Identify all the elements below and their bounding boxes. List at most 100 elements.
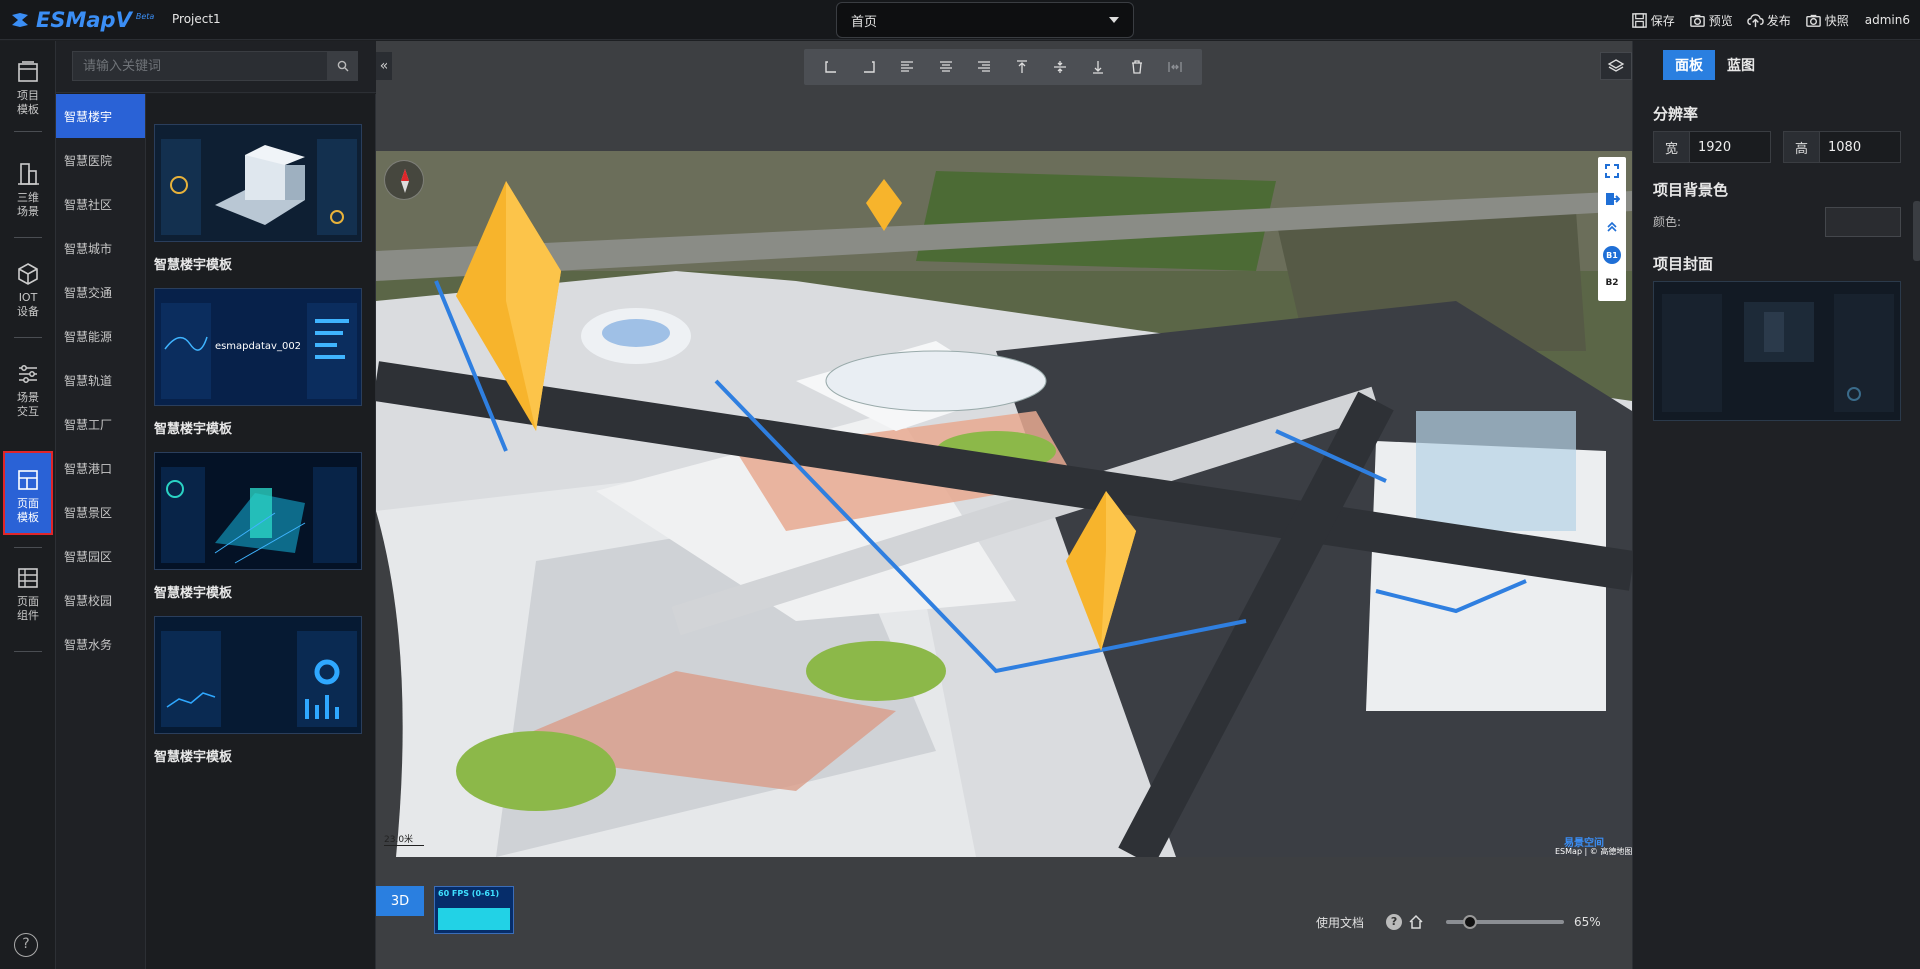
nav-item-label: IOT设备 <box>17 291 39 318</box>
chevron-down-icon <box>1109 17 1119 23</box>
nav-divider <box>14 131 42 132</box>
home-icon[interactable] <box>1408 914 1424 930</box>
bg-color-title: 项目背景色 <box>1653 181 1729 199</box>
snapshot-icon <box>1805 14 1821 27</box>
search-input[interactable] <box>72 51 328 81</box>
panel-scroll-handle[interactable] <box>1913 201 1920 261</box>
category-item[interactable]: 智慧港口 <box>56 446 145 490</box>
floor-up-button[interactable] <box>1598 213 1626 241</box>
template-search-bar <box>56 41 376 93</box>
height-input[interactable] <box>1820 132 1900 162</box>
app-logo[interactable]: ESMapV Beta <box>10 8 154 32</box>
align-middle-button[interactable] <box>1051 58 1069 76</box>
snapshot-button[interactable]: 快照 <box>1805 12 1849 29</box>
tab-panel[interactable]: 面板 <box>1663 50 1715 80</box>
trash-icon <box>1131 60 1142 74</box>
3d-mode-button[interactable]: 3D <box>376 886 424 916</box>
top-actions: 保存 预览 发布 快照 admin6 <box>1617 8 1910 32</box>
floor-b1-label: B1 <box>1603 246 1621 264</box>
align-bottom-button[interactable] <box>1089 58 1107 76</box>
floor-b2-label: B2 <box>1605 278 1619 288</box>
template-name: 智慧楼宇模板 <box>154 422 233 437</box>
category-item[interactable]: 智慧社区 <box>56 182 145 226</box>
category-item[interactable]: 智慧工厂 <box>56 402 145 446</box>
cover-image[interactable] <box>1653 281 1901 421</box>
search-button[interactable] <box>328 51 358 81</box>
layout-icon <box>18 470 38 490</box>
save-icon <box>1631 12 1647 28</box>
category-item[interactable]: 智慧城市 <box>56 226 145 270</box>
category-item[interactable]: 智慧轨道 <box>56 358 145 402</box>
user-name[interactable]: admin6 <box>1865 13 1910 27</box>
properties-panel: 面板 蓝图 分辨率 宽 高 项目背景色 颜色: 项目封面 <box>1632 41 1920 969</box>
template-thumbnail <box>154 452 362 570</box>
template-card[interactable]: 智慧楼宇模板 <box>154 452 362 601</box>
align-center-button[interactable] <box>937 58 955 76</box>
color-label: 颜色: <box>1653 215 1682 229</box>
category-item[interactable]: 智慧景区 <box>56 490 145 534</box>
fullscreen-icon <box>1605 164 1619 178</box>
template-thumbnail: esmapdatav_002 <box>154 288 362 406</box>
category-item[interactable]: 智慧医院 <box>56 138 145 182</box>
nav-item-project-template[interactable]: 项目模板 <box>3 45 53 129</box>
preview-button[interactable]: 预览 <box>1689 12 1733 29</box>
align-right-button[interactable] <box>975 58 993 76</box>
template-thumbnail <box>154 124 362 242</box>
width-label: 宽 <box>1654 132 1690 162</box>
docs-link[interactable]: 使用文档 <box>1316 914 1364 931</box>
layers-icon <box>1607 59 1625 72</box>
search-icon <box>337 60 349 72</box>
zoom-slider-handle[interactable] <box>1462 915 1477 929</box>
page-select[interactable]: 首页 <box>836 2 1134 38</box>
cover-title: 项目封面 <box>1653 255 1714 273</box>
save-button[interactable]: 保存 <box>1631 12 1675 29</box>
floor-b1-button[interactable]: B1 <box>1598 241 1626 269</box>
distribute-button[interactable] <box>1166 58 1184 76</box>
template-name: 智慧楼宇模板 <box>154 750 233 765</box>
width-input[interactable] <box>1690 132 1770 162</box>
publish-button[interactable]: 发布 <box>1746 12 1791 29</box>
template-card[interactable]: esmapdatav_002 智慧楼宇模板 <box>154 288 362 437</box>
color-picker[interactable] <box>1825 207 1901 237</box>
category-item[interactable]: 智慧楼宇 <box>56 94 145 138</box>
nav-item-scene-interaction[interactable]: 场景交互 <box>3 347 53 431</box>
compass-icon[interactable] <box>384 160 424 200</box>
redo-icon <box>864 61 875 73</box>
exit-button[interactable] <box>1598 185 1626 213</box>
tab-blueprint[interactable]: 蓝图 <box>1715 50 1767 80</box>
redo-button[interactable] <box>860 58 878 76</box>
cube-icon <box>18 263 38 285</box>
help-circle-icon[interactable]: ? <box>1386 914 1403 930</box>
floor-b2-button[interactable]: B2 <box>1598 269 1626 297</box>
collapse-panel-button[interactable]: « <box>376 52 392 80</box>
undo-button[interactable] <box>822 58 840 76</box>
nav-item-page-component[interactable]: 页面组件 <box>3 551 53 635</box>
help-icon[interactable]: ? <box>14 933 38 957</box>
category-item[interactable]: 智慧交通 <box>56 270 145 314</box>
snapshot-label: 快照 <box>1824 13 1849 28</box>
project-name[interactable]: Project1 <box>172 12 221 26</box>
category-item[interactable]: 智慧校园 <box>56 578 145 622</box>
zoom-slider[interactable] <box>1446 915 1565 929</box>
delete-button[interactable] <box>1128 58 1146 76</box>
nav-item-3d-scene[interactable]: 三维场景 <box>3 147 53 231</box>
map-scale: 23.0米 <box>384 832 424 846</box>
nav-item-label: 页面组件 <box>17 595 39 622</box>
nav-item-page-template[interactable]: 页面模板 <box>3 451 53 535</box>
category-item[interactable]: 智慧水务 <box>56 622 145 666</box>
align-center-icon <box>939 61 952 72</box>
category-item[interactable]: 智慧园区 <box>56 534 145 578</box>
align-top-button[interactable] <box>1013 58 1031 76</box>
fullscreen-button[interactable] <box>1598 157 1626 185</box>
3d-map-viewport[interactable] <box>376 151 1632 857</box>
map-scene-graphic <box>376 151 1632 857</box>
align-left-button[interactable] <box>898 58 916 76</box>
logo-text: ESMapV <box>36 8 132 32</box>
template-card[interactable]: 智慧楼宇模板 <box>154 124 362 273</box>
nav-divider <box>14 337 42 338</box>
nav-item-iot-device[interactable]: IOT设备 <box>3 247 53 331</box>
template-name: 智慧楼宇模板 <box>154 586 233 601</box>
category-item[interactable]: 智慧能源 <box>56 314 145 358</box>
layers-button[interactable] <box>1600 52 1632 80</box>
template-card[interactable]: 智慧楼宇模板 <box>154 616 362 765</box>
